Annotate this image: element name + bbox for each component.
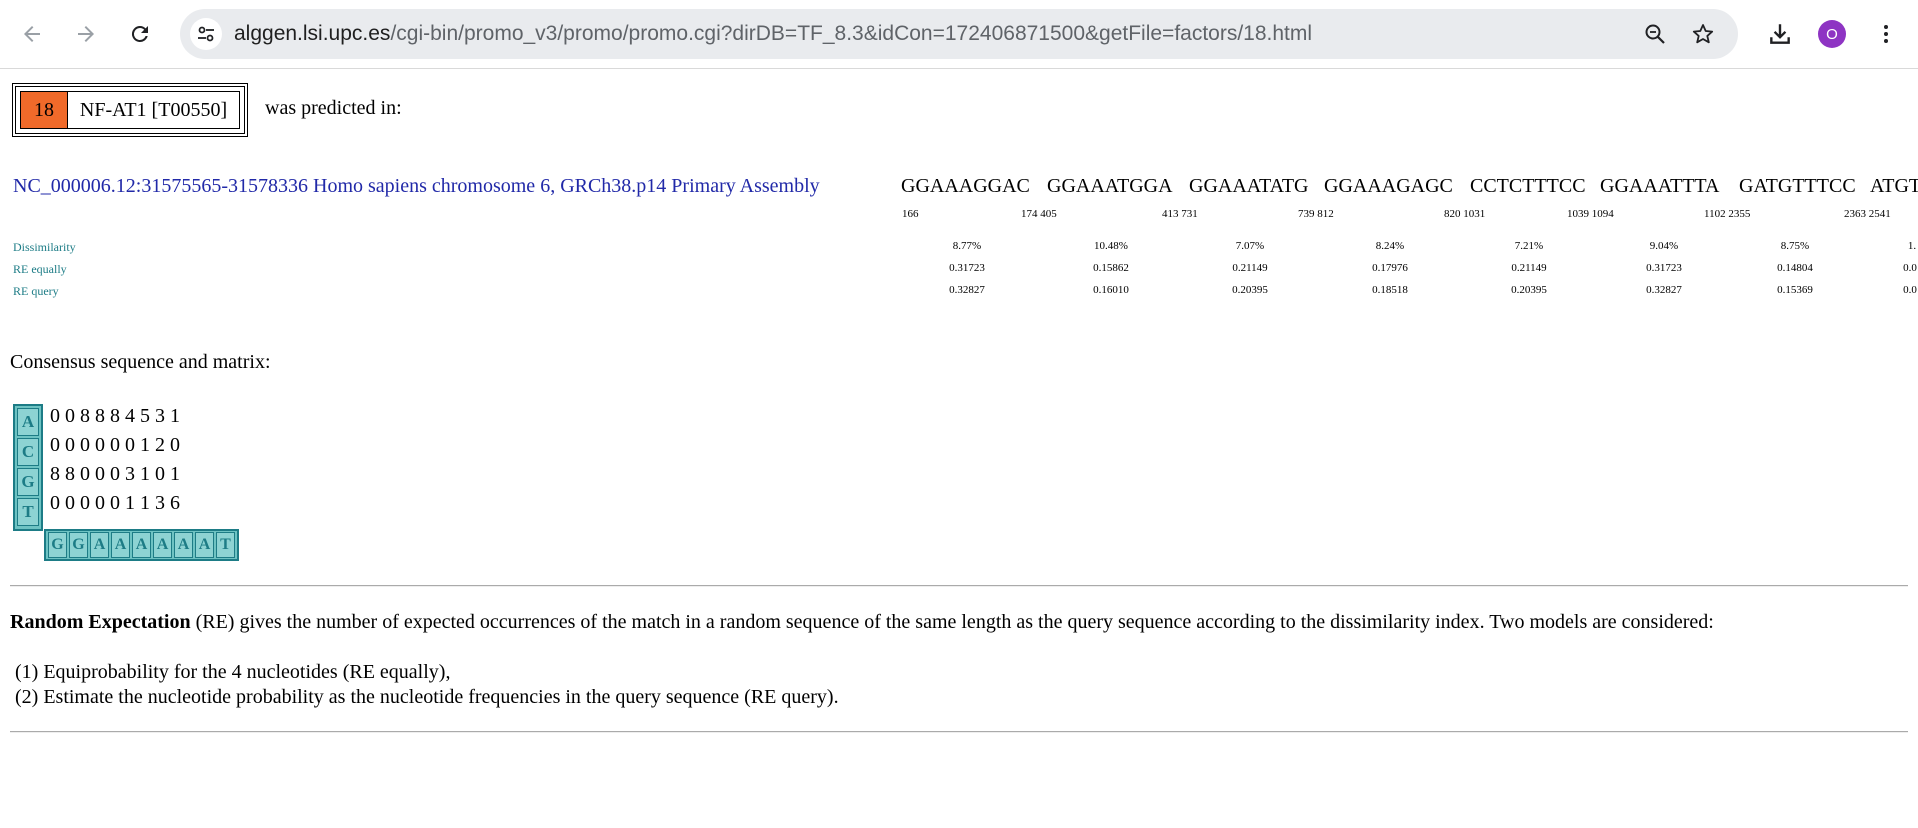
dissimilarity-value: 8.24% — [1375, 240, 1405, 252]
dissimilarity-value: 7.21% — [1514, 240, 1544, 252]
dissimilarity-value: 1. — [1907, 240, 1917, 252]
address-bar[interactable]: alggen.lsi.upc.es/cgi-bin/promo_v3/promo… — [180, 9, 1738, 59]
matrix-row-a: 0 0 8 8 8 4 5 3 1 — [50, 405, 180, 427]
re-description: Random Expectation (RE) gives the number… — [10, 611, 1714, 634]
page-content: 18 NF-AT1 [T00550] was predicted in: NC_… — [0, 69, 1918, 828]
zoom-button[interactable] — [1640, 19, 1670, 49]
download-icon — [1770, 24, 1790, 44]
re-equally-value: 0.0 — [1903, 262, 1917, 274]
base-g: G — [17, 468, 39, 496]
url-host: alggen.lsi.upc.es — [234, 22, 391, 45]
re-equally-value: 0.21149 — [1232, 262, 1268, 274]
site-position: 1039 1094 — [1567, 208, 1614, 220]
factor-box: 18 NF-AT1 [T00550] — [12, 83, 248, 137]
reload-button[interactable] — [120, 14, 160, 54]
forward-button[interactable] — [66, 14, 106, 54]
re-query-value: 0.16010 — [1093, 284, 1129, 296]
site-sequence: GGAAAGGAC — [901, 175, 1030, 197]
site-position: 174 405 — [1021, 208, 1057, 220]
consensus-base: A — [132, 532, 151, 558]
tune-icon — [198, 26, 214, 42]
profile-avatar[interactable]: O — [1818, 20, 1846, 48]
consensus-base: T — [216, 532, 235, 558]
re-query-value: 0.0 — [1903, 284, 1917, 296]
site-sequence: GATGTTTCC — [1739, 175, 1856, 197]
dissimilarity-value: 9.04% — [1649, 240, 1679, 252]
site-sequence: ATGT — [1870, 175, 1918, 197]
divider — [10, 731, 1908, 733]
base-a: A — [17, 408, 39, 436]
re-equally-value: 0.31723 — [949, 262, 985, 274]
site-sequence: CCTCTTTCC — [1470, 175, 1586, 197]
site-position: 739 812 — [1298, 208, 1334, 220]
dissimilarity-label: Dissimilarity — [13, 240, 76, 254]
re-query-value: 0.20395 — [1232, 284, 1268, 296]
site-sequence: GGAAATGGA — [1047, 175, 1173, 197]
base-t: T — [17, 498, 39, 526]
back-button[interactable] — [12, 14, 52, 54]
url-path: /cgi-bin/promo_v3/promo/promo.cgi?dirDB=… — [390, 22, 1313, 45]
matrix-row-c: 0 0 0 0 0 0 1 2 0 — [50, 434, 180, 456]
predicted-text: was predicted in: — [265, 97, 402, 119]
reload-icon — [131, 25, 148, 42]
url-text[interactable]: alggen.lsi.upc.es/cgi-bin/promo_v3/promo… — [234, 9, 1312, 59]
consensus-title: Consensus sequence and matrix: — [10, 351, 271, 373]
re-equally-value: 0.31723 — [1646, 262, 1682, 274]
divider — [10, 585, 1908, 587]
star-icon — [1692, 24, 1714, 44]
re-query-value: 0.18518 — [1372, 284, 1408, 296]
re-equally-value: 0.21149 — [1511, 262, 1547, 274]
dissimilarity-value: 8.75% — [1780, 240, 1810, 252]
consensus-base: G — [48, 532, 67, 558]
consensus-base: A — [90, 532, 109, 558]
forward-arrow-icon — [78, 26, 94, 42]
site-position: 413 731 — [1162, 208, 1198, 220]
menu-button[interactable] — [1866, 14, 1906, 54]
back-arrow-icon — [24, 26, 40, 42]
site-sequence: GGAAATTTA — [1600, 175, 1720, 197]
dissimilarity-value: 8.77% — [952, 240, 982, 252]
consensus-base: A — [153, 532, 172, 558]
browser-toolbar: alggen.lsi.upc.es/cgi-bin/promo_v3/promo… — [0, 0, 1918, 69]
consensus-base: G — [69, 532, 88, 558]
re-query-value: 0.15369 — [1777, 284, 1813, 296]
site-position: 820 1031 — [1444, 208, 1486, 220]
kebab-menu-icon — [1884, 25, 1888, 43]
dissimilarity-value: 10.48% — [1094, 240, 1128, 252]
site-position: 166 — [902, 208, 919, 220]
matrix-row-t: 0 0 0 0 0 1 1 3 6 — [50, 492, 180, 514]
re-model-1: (1) Equiprobability for the 4 nucleotide… — [15, 661, 451, 683]
re-equally-value: 0.14804 — [1777, 262, 1813, 274]
re-description-text: (RE) gives the number of expected occurr… — [190, 611, 1714, 633]
consensus-sequence: G G A A A A A A T — [44, 529, 239, 561]
consensus-base: A — [111, 532, 130, 558]
re-equally-value: 0.15862 — [1093, 262, 1129, 274]
site-position: 1102 2355 — [1704, 208, 1751, 220]
matrix-row-g: 8 8 0 0 0 3 1 0 1 — [50, 463, 180, 485]
downloads-button[interactable] — [1760, 14, 1800, 54]
consensus-base: A — [195, 532, 214, 558]
base-legend: A C G T — [13, 404, 43, 531]
consensus-base: A — [174, 532, 193, 558]
re-equally-value: 0.17976 — [1372, 262, 1408, 274]
re-query-value: 0.20395 — [1511, 284, 1547, 296]
sequence-link[interactable]: NC_000006.12:31575565-31578336 Homo sapi… — [13, 175, 820, 198]
site-sequence: GGAAATATG — [1189, 175, 1309, 197]
re-equally-label: RE equally — [13, 262, 67, 276]
re-model-2: (2) Estimate the nucleotide probability … — [15, 686, 839, 708]
dissimilarity-value: 7.07% — [1235, 240, 1265, 252]
bookmark-button[interactable] — [1688, 19, 1718, 49]
re-query-label: RE query — [13, 284, 59, 298]
re-query-value: 0.32827 — [949, 284, 985, 296]
site-position: 2363 2541 — [1844, 208, 1891, 220]
magnifier-icon — [1645, 24, 1665, 44]
re-query-value: 0.32827 — [1646, 284, 1682, 296]
base-c: C — [17, 438, 39, 466]
site-info-button[interactable] — [190, 18, 222, 50]
factor-name: NF-AT1 [T00550] — [68, 91, 240, 129]
re-bold-title: Random Expectation — [10, 611, 191, 633]
factor-number: 18 — [20, 91, 68, 129]
site-sequence: GGAAAGAGC — [1324, 175, 1453, 197]
